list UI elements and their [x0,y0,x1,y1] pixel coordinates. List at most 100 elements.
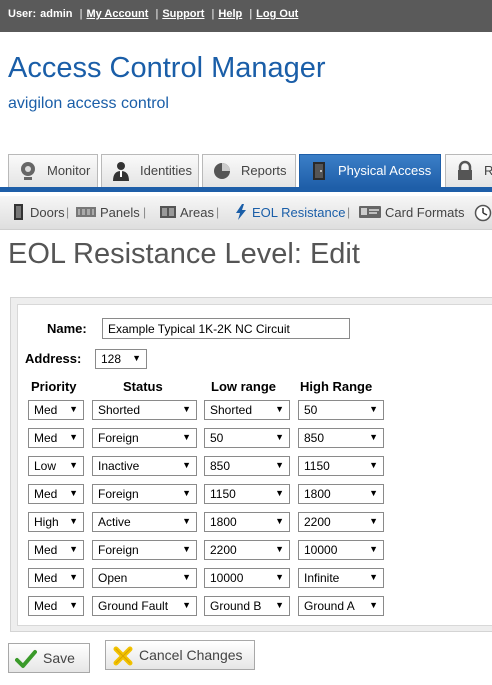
tab-bar-line [0,187,492,192]
tab-monitor[interactable]: Monitor [8,154,98,188]
subnav-eol-resistance[interactable]: EOL Resistance [236,204,345,220]
dropdown-arrow-icon: ▼ [182,460,191,470]
separator: | [347,205,351,219]
priority-select[interactable]: Med ▼ [28,540,84,560]
address-select[interactable]: 128 ▼ [95,349,147,369]
dropdown-arrow-icon: ▼ [275,572,284,582]
select-value: 850 [304,431,325,445]
support-link[interactable]: Support [162,8,204,20]
select-value: 50 [304,403,318,417]
dropdown-arrow-icon: ▼ [69,460,78,470]
separator: | [211,8,215,20]
main-tabs: Monitor Identities Reports Physical Acce… [0,154,492,188]
high-range-select[interactable]: Infinite ▼ [298,568,384,588]
priority-select[interactable]: Med ▼ [28,568,84,588]
subnav-panels[interactable]: Panels [76,205,140,220]
priority-select[interactable]: Med ▼ [28,428,84,448]
subnav-label: Panels [100,205,140,220]
high-range-select[interactable]: 10000 ▼ [298,540,384,560]
priority-select[interactable]: Med ▼ [28,400,84,420]
low-range-select[interactable]: 1150 ▼ [204,484,290,504]
select-value: 10000 [210,571,244,585]
status-select[interactable]: Active ▼ [92,512,197,532]
select-value: Ground A [304,599,355,613]
low-range-select[interactable]: 50 ▼ [204,428,290,448]
tab-physical-access[interactable]: Physical Access [299,154,441,188]
subnav-label: Areas [180,205,214,220]
select-value: Med [34,571,58,585]
tab-reports[interactable]: Reports [202,154,296,188]
separator: | [66,205,70,219]
dropdown-arrow-icon: ▼ [275,516,284,526]
select-value: Ground B [210,599,262,613]
high-range-select[interactable]: 850 ▼ [298,428,384,448]
dropdown-arrow-icon: ▼ [69,544,78,554]
low-range-select[interactable]: 1800 ▼ [204,512,290,532]
priority-select[interactable]: Med ▼ [28,596,84,616]
status-select[interactable]: Foreign ▼ [92,428,197,448]
tab-identities[interactable]: Identities [101,154,199,188]
log-out-link[interactable]: Log Out [256,8,298,20]
clock-icon[interactable] [474,204,492,222]
status-select[interactable]: Ground Fault ▼ [92,596,197,616]
low-range-select[interactable]: Ground B ▼ [204,596,290,616]
tab-r[interactable]: R [445,154,492,188]
dropdown-arrow-icon: ▼ [369,600,378,610]
dropdown-arrow-icon: ▼ [69,432,78,442]
subnav-label: Card Formats [385,205,465,220]
select-value: High [34,515,59,529]
select-value: Infinite [304,571,340,585]
select-value: Med [34,599,58,613]
separator: | [249,8,253,20]
save-button[interactable]: Save [8,643,90,673]
card-icon [359,206,381,218]
form-panel: Name: Address: 128 ▼ Priority Status Low … [10,297,492,632]
subnav-card-formats[interactable]: Card Formats [359,205,465,220]
high-range-select[interactable]: 50 ▼ [298,400,384,420]
dropdown-arrow-icon: ▼ [69,600,78,610]
priority-select[interactable]: Low ▼ [28,456,84,476]
low-range-select[interactable]: 2200 ▼ [204,540,290,560]
low-range-select[interactable]: Shorted ▼ [204,400,290,420]
select-value: Shorted [98,403,141,417]
low-range-select[interactable]: 10000 ▼ [204,568,290,588]
status-select[interactable]: Foreign ▼ [92,484,197,504]
status-select[interactable]: Inactive ▼ [92,456,197,476]
dropdown-arrow-icon: ▼ [275,460,284,470]
subnav-doors[interactable]: Doors [14,204,65,220]
status-select[interactable]: Foreign ▼ [92,540,197,560]
help-link[interactable]: Help [218,8,242,20]
dropdown-arrow-icon: ▼ [275,404,284,414]
dropdown-arrow-icon: ▼ [275,600,284,610]
high-range-select[interactable]: 1150 ▼ [298,456,384,476]
status-select[interactable]: Shorted ▼ [92,400,197,420]
lightning-icon [236,204,246,220]
select-value: 1150 [210,487,236,501]
my-account-link[interactable]: My Account [86,8,148,20]
priority-select[interactable]: Med ▼ [28,484,84,504]
priority-select[interactable]: High ▼ [28,512,84,532]
select-value: 1800 [304,487,331,501]
high-range-select[interactable]: 1800 ▼ [298,484,384,504]
dropdown-arrow-icon: ▼ [69,572,78,582]
page-title: EOL Resistance Level: Edit [8,238,360,270]
user-name: admin [40,8,73,20]
dropdown-arrow-icon: ▼ [182,488,191,498]
dropdown-arrow-icon: ▼ [182,544,191,554]
tab-label: R [484,163,492,178]
select-value: Foreign [98,487,139,501]
low-range-select[interactable]: 850 ▼ [204,456,290,476]
high-range-select[interactable]: Ground A ▼ [298,596,384,616]
camera-icon [21,162,35,180]
name-input[interactable] [102,318,350,339]
subnav-areas[interactable]: Areas [160,205,214,220]
column-header-high-range: High Range [300,379,373,394]
high-range-select[interactable]: 2200 ▼ [298,512,384,532]
cancel-changes-button[interactable]: Cancel Changes [105,640,255,670]
save-button-label: Save [43,650,75,666]
door-icon [313,162,325,180]
select-value: 2200 [210,543,237,557]
select-value: Low [34,459,57,473]
status-select[interactable]: Open ▼ [92,568,197,588]
select-value: 50 [210,431,224,445]
